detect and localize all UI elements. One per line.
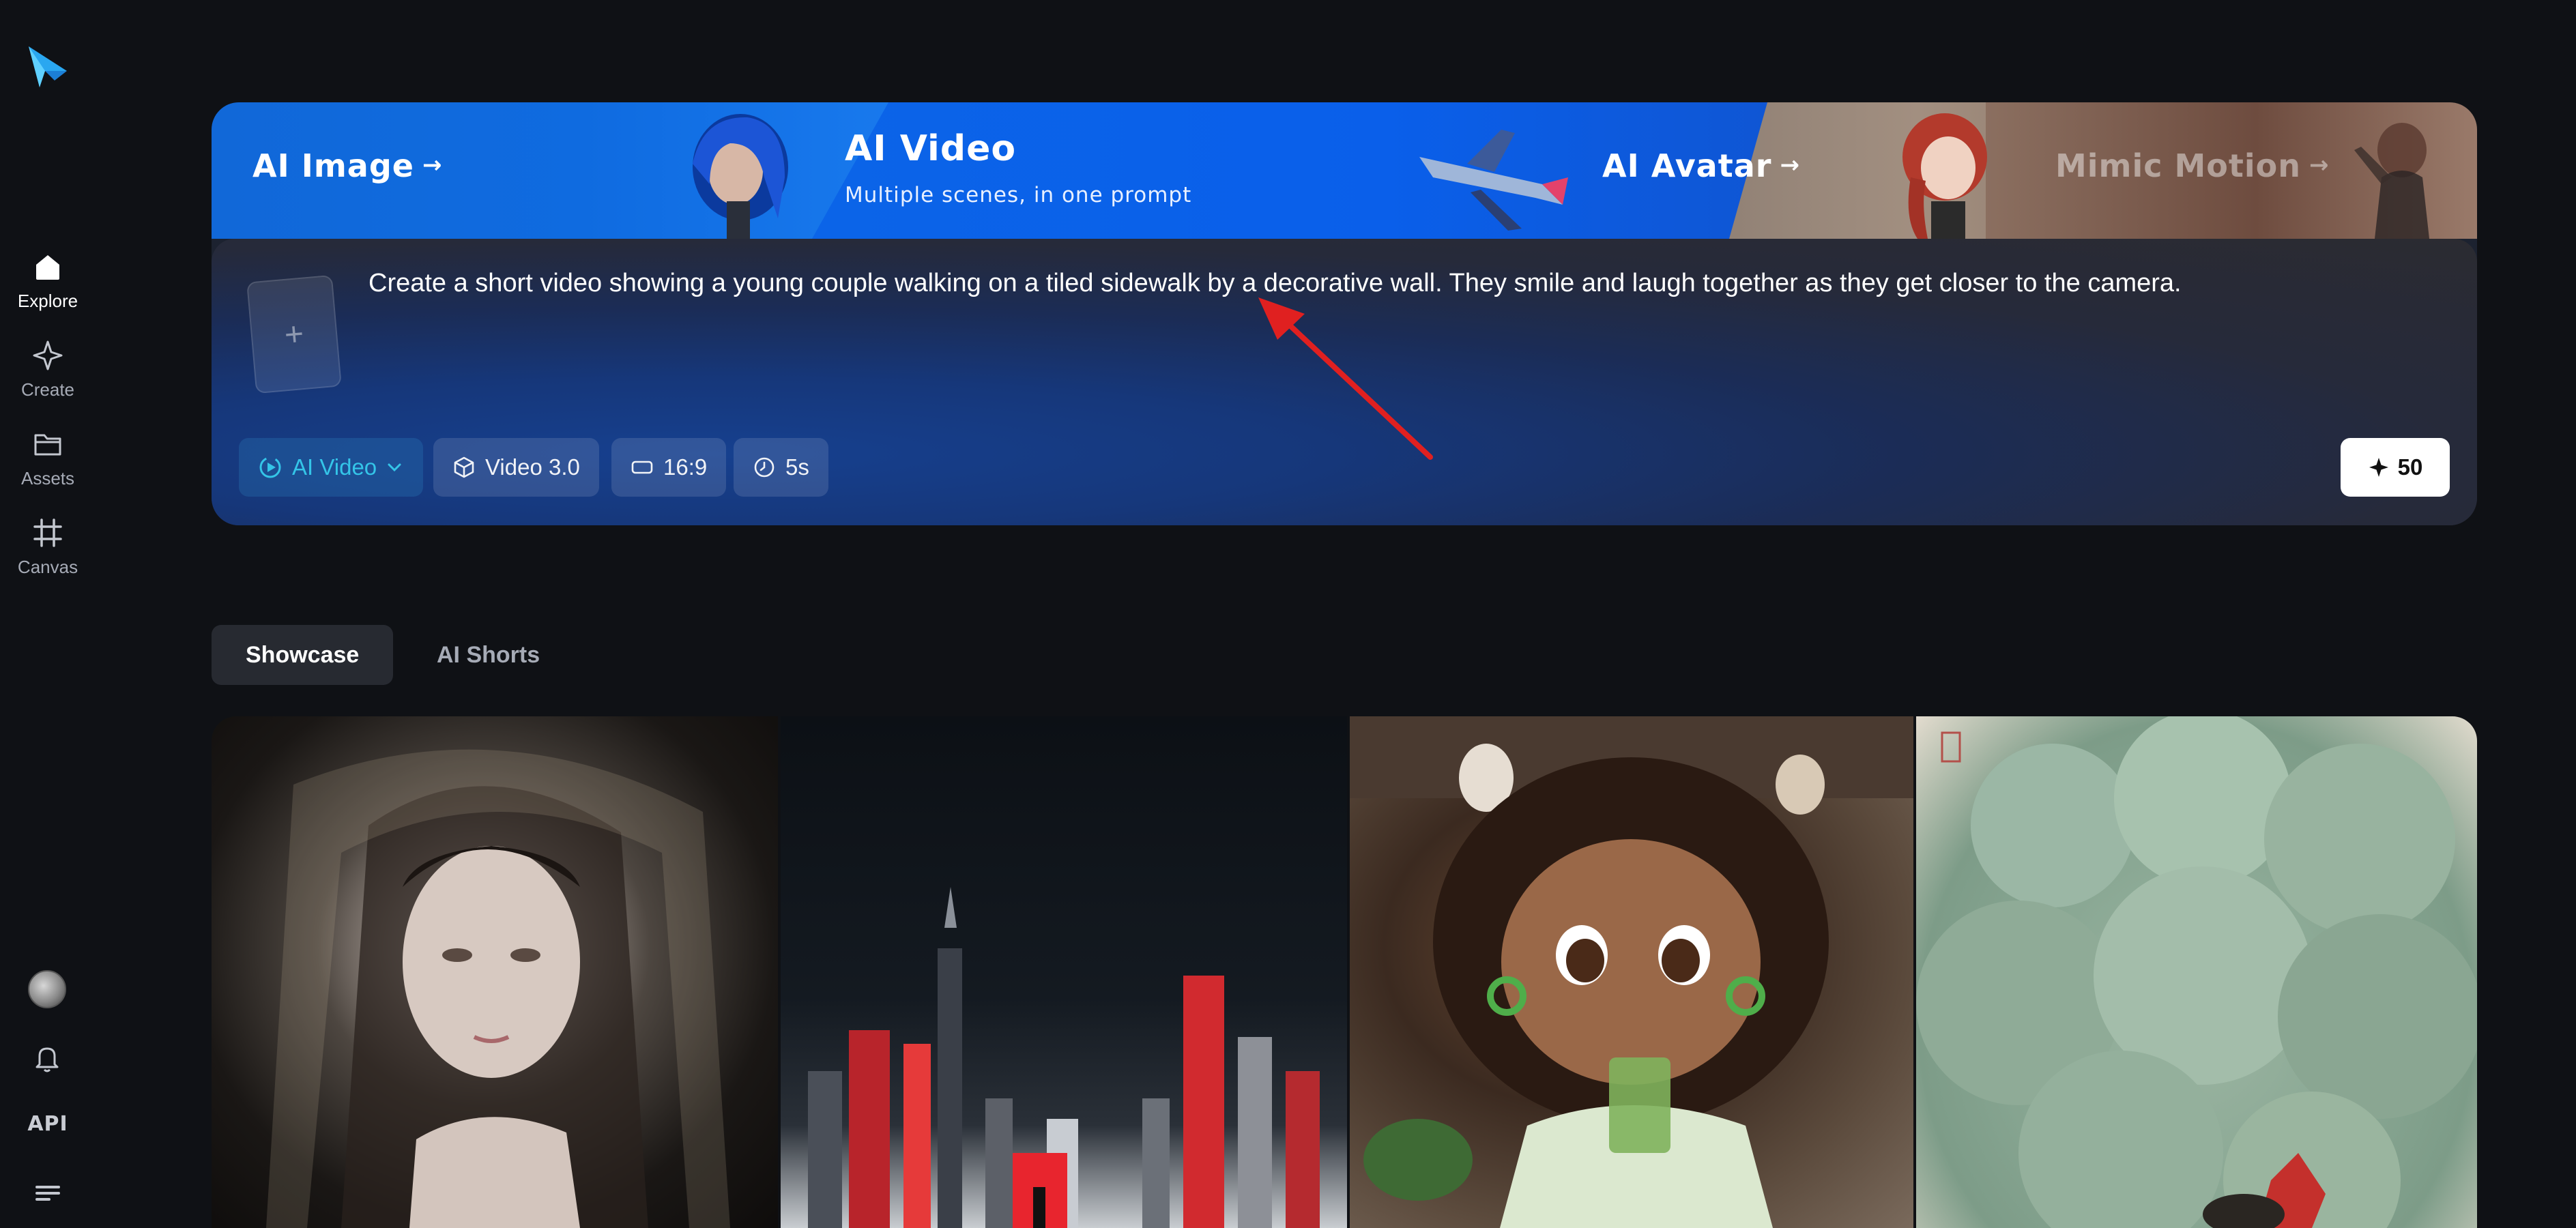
sparkle-icon bbox=[33, 340, 63, 370]
aspect-ratio-value: 16:9 bbox=[663, 454, 708, 480]
chevron-down-icon bbox=[388, 463, 401, 472]
home-icon bbox=[36, 255, 59, 280]
upload-image-button[interactable]: + bbox=[246, 274, 342, 394]
arrow-right-icon: → bbox=[422, 151, 443, 179]
veiled-portrait-image bbox=[266, 749, 730, 1228]
dancer-illustration bbox=[2354, 123, 2429, 239]
avatar[interactable] bbox=[28, 970, 66, 1008]
redhead-avatar-illustration bbox=[1902, 113, 1987, 239]
frame-grid-icon bbox=[33, 518, 62, 547]
sidebar-item-create[interactable]: Create bbox=[0, 338, 96, 400]
plus-icon: + bbox=[283, 315, 306, 353]
tab-label-text: AI Avatar bbox=[1602, 147, 1772, 184]
gallery-item[interactable] bbox=[212, 716, 778, 1228]
city-skyline-image bbox=[808, 887, 1320, 1228]
api-link[interactable]: API bbox=[0, 1112, 96, 1136]
arrow-right-icon: → bbox=[1780, 151, 1800, 179]
model-value: Video 3.0 bbox=[485, 454, 580, 480]
folder-icon bbox=[34, 434, 61, 456]
tab-label-text: AI Image bbox=[252, 147, 414, 184]
gallery-item[interactable] bbox=[781, 716, 1347, 1228]
duration-value: 5s bbox=[785, 454, 809, 480]
tab-ai-video-label[interactable]: AI Video bbox=[845, 128, 1016, 169]
sidebar-item-label: Explore bbox=[17, 291, 78, 311]
tab-showcase[interactable]: Showcase bbox=[212, 625, 394, 685]
video-mode-icon bbox=[259, 456, 281, 478]
jet-illustration bbox=[1419, 130, 1568, 231]
sidebar-item-label: Create bbox=[20, 379, 75, 400]
sparkle-icon bbox=[2369, 458, 2388, 477]
tab-ai-avatar-label[interactable]: AI Avatar → bbox=[1602, 147, 1800, 184]
menu-icon[interactable] bbox=[34, 1182, 61, 1205]
sidebar: Explore Create Assets Canvas API bbox=[0, 0, 96, 1228]
app-logo-icon[interactable] bbox=[25, 41, 71, 93]
sidebar-item-canvas[interactable]: Canvas bbox=[0, 516, 96, 578]
duration-selector[interactable]: 5s bbox=[734, 438, 828, 497]
generate-button[interactable]: 50 bbox=[2341, 438, 2450, 497]
arrow-right-icon: → bbox=[2309, 151, 2330, 179]
sidebar-item-explore[interactable]: Explore bbox=[0, 250, 96, 312]
credits-cost: 50 bbox=[2397, 454, 2423, 480]
sidebar-item-label: Canvas bbox=[17, 557, 78, 577]
tab-ai-image-label[interactable]: AI Image → bbox=[252, 147, 442, 184]
gallery-item[interactable] bbox=[1916, 716, 2477, 1228]
gallery-item[interactable] bbox=[1350, 716, 1913, 1228]
mode-value: AI Video bbox=[292, 454, 377, 480]
tab-label-text: Mimic Motion bbox=[2055, 147, 2302, 184]
aspect-ratio-selector[interactable]: 16:9 bbox=[611, 438, 727, 497]
annotation-arrow-icon bbox=[1258, 297, 1433, 460]
blue-hair-girl-illustration bbox=[693, 114, 788, 239]
model-selector[interactable]: Video 3.0 bbox=[433, 438, 599, 497]
cartoon-girl-image bbox=[1350, 716, 1913, 1228]
sidebar-item-assets[interactable]: Assets bbox=[0, 427, 96, 489]
sidebar-item-label: Assets bbox=[20, 468, 75, 488]
mode-dropdown[interactable]: AI Video bbox=[239, 438, 424, 497]
clock-icon bbox=[754, 457, 775, 478]
aspect-ratio-icon bbox=[631, 460, 653, 474]
showcase-gallery bbox=[212, 716, 2477, 1228]
bell-icon[interactable] bbox=[30, 1041, 64, 1075]
tab-mimic-motion-label[interactable]: Mimic Motion → bbox=[2055, 147, 2330, 184]
feature-tabs: AI Image → AI Video Multiple scenes, in o… bbox=[212, 102, 2477, 239]
tab-ai-shorts[interactable]: AI Shorts bbox=[403, 625, 574, 685]
cube-icon bbox=[454, 456, 474, 478]
ink-painting-image bbox=[1916, 716, 2477, 1228]
tab-ai-video-subtitle: Multiple scenes, in one prompt bbox=[845, 183, 1192, 207]
